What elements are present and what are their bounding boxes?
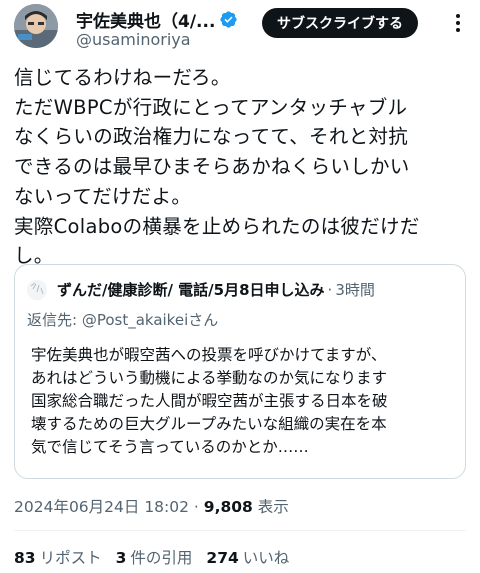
quoted-separator: · bbox=[327, 280, 333, 299]
quoted-text-line: 国家総合職だった人間が暇空茜が主張する日本を破 bbox=[31, 392, 388, 410]
reposts-label: リポスト bbox=[39, 549, 102, 567]
quoted-text-line: 壊するための巨大グループみたいな組織の実在を本 bbox=[31, 415, 387, 433]
likes-count: 274 bbox=[206, 549, 239, 567]
views-label: 表示 bbox=[252, 498, 289, 516]
verified-badge-icon bbox=[220, 11, 238, 28]
subscribe-button[interactable]: サブスクライブする bbox=[262, 8, 418, 38]
reposts-stat[interactable]: 83 リポスト bbox=[14, 546, 102, 568]
tweet-text: 信じてるわけねーだろ。 ただWBPCが行政にとってアンタッチャブル なくらいの政… bbox=[14, 63, 470, 271]
tweet-header: 宇佐美典也（4/... @usaminoriya サブスクライブする bbox=[14, 4, 466, 52]
reply-prefix: 返信先: bbox=[27, 311, 82, 329]
tweet-text-line: できるのは最早ひまそらあかねくらいしかい bbox=[14, 155, 410, 179]
view-count: 9,808 bbox=[203, 498, 253, 516]
quoted-text-line: あれはどういう動機による挙動なのか気になります bbox=[31, 369, 388, 387]
quoted-author-name[interactable]: ずんだ/健康診断/ 電話/5月8日申し込み bbox=[57, 279, 325, 300]
more-options-icon[interactable] bbox=[450, 12, 466, 34]
tweet-text-line: ただWBPCが行政にとってアンタッチャブル bbox=[14, 95, 408, 119]
tweet-text-line: 実際Colaboの横暴を止められたのは彼だけだ bbox=[14, 214, 420, 238]
tweet-text-line: なくらいの政治権力になってて、それと対抗 bbox=[14, 125, 409, 149]
quoted-tweet-header: ずんだ/健康診断/ 電話/5月8日申し込み · 3時間 bbox=[27, 279, 375, 300]
meta-separator: · bbox=[189, 498, 204, 516]
tweet-text-line: ないってだけだよ。 bbox=[14, 184, 192, 208]
author-avatar[interactable] bbox=[14, 4, 58, 48]
quoted-author-avatar[interactable] bbox=[27, 279, 47, 300]
author-handle[interactable]: @usaminoriya bbox=[76, 30, 191, 49]
divider bbox=[14, 530, 466, 531]
tweet-meta: 2024年06月24日 18:02 · 9,808 表示 bbox=[14, 495, 289, 517]
quoted-text-line: 気で信じてそう言っているのかとか…… bbox=[31, 438, 309, 456]
likes-stat[interactable]: 274 いいね bbox=[206, 546, 289, 568]
quoted-timestamp[interactable]: 3時間 bbox=[335, 279, 375, 300]
author-name[interactable]: 宇佐美典也（4/... bbox=[76, 7, 238, 32]
reposts-count: 83 bbox=[14, 549, 36, 567]
quoted-reply-to: 返信先: @Post_akaikeiさん bbox=[27, 309, 218, 330]
reply-suffix: さん bbox=[188, 311, 219, 329]
tweet-text-line: 信じてるわけねーだろ。 bbox=[14, 66, 231, 89]
tweet-datetime[interactable]: 2024年06月24日 18:02 bbox=[14, 498, 189, 516]
engagement-stats: 83 リポスト 3 件の引用 274 いいね bbox=[14, 546, 289, 568]
reply-handle-link[interactable]: @Post_akaikei bbox=[82, 311, 188, 329]
quoted-tweet-text: 宇佐美典也が暇空茜への投票を呼びかけてますが、 あれはどういう動機による挙動なの… bbox=[31, 344, 388, 459]
tweet-detail: 宇佐美典也（4/... @usaminoriya サブスクライブする 信じてるわ… bbox=[0, 0, 480, 573]
quotes-stat[interactable]: 3 件の引用 bbox=[116, 546, 193, 568]
quotes-label: 件の引用 bbox=[130, 549, 193, 567]
quotes-count: 3 bbox=[115, 549, 127, 567]
quoted-text-line: 宇佐美典也が暇空茜への投票を呼びかけてますが、 bbox=[31, 346, 387, 364]
likes-label: いいね bbox=[242, 549, 290, 567]
quoted-tweet-card[interactable]: ずんだ/健康診断/ 電話/5月8日申し込み · 3時間 返信先: @Post_a… bbox=[14, 264, 466, 479]
author-name-text: 宇佐美典也（4/... bbox=[76, 12, 216, 32]
